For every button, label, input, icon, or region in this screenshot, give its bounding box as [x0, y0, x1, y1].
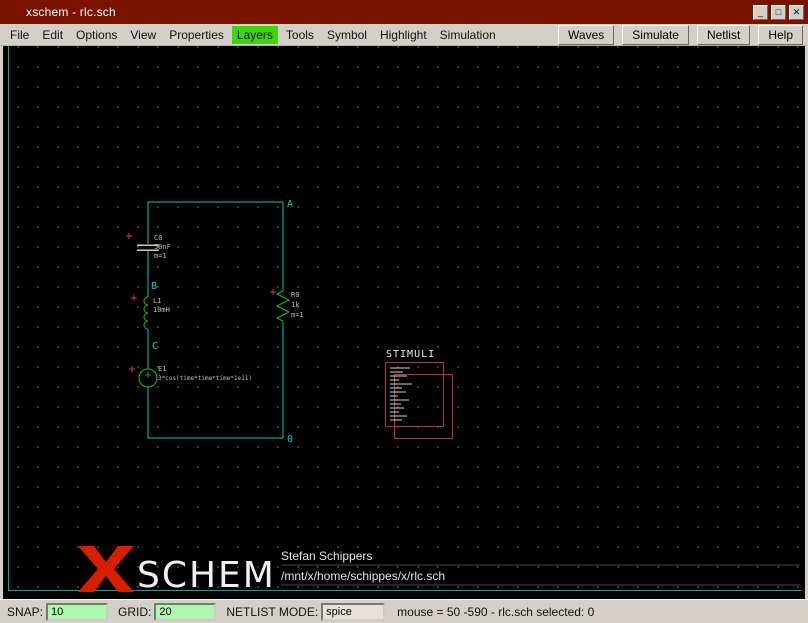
- node-label-c[interactable]: C: [152, 341, 158, 352]
- canvas-frame: C0 50nF m=1 L1 10mH E1 3*cos(: [0, 46, 808, 599]
- menu-options[interactable]: Options: [71, 26, 122, 44]
- xschem-window: xschem - rlc.sch _ □ ✕ File Edit Options…: [0, 0, 808, 623]
- help-button[interactable]: Help: [758, 25, 803, 45]
- vsource-E1[interactable]: E1 3*cos(time*time*time*1e11): [129, 365, 252, 387]
- snap-label: SNAP:: [7, 605, 43, 619]
- menu-view[interactable]: View: [125, 26, 161, 44]
- inductor-symbol: [144, 297, 148, 329]
- vsource-value: 3*cos(time*time*time*1e11): [158, 375, 252, 382]
- title-block[interactable]: Stefan Schippers /mnt/x/home/schippes/x/…: [281, 549, 800, 585]
- maximize-icon[interactable]: □: [771, 5, 786, 20]
- schematic-canvas[interactable]: C0 50nF m=1 L1 10mH E1 3*cos(: [3, 46, 805, 599]
- netlist-mode-label: NETLIST MODE:: [226, 605, 318, 619]
- stimuli-code-lines: [390, 368, 412, 420]
- inductor-ref: L1: [153, 297, 161, 305]
- stimuli-label: STIMULI: [386, 349, 435, 360]
- titlebar[interactable]: xschem - rlc.sch _ □ ✕: [0, 0, 808, 24]
- menubar: File Edit Options View Properties Layers…: [0, 24, 808, 46]
- vsource-plus-icon: [145, 372, 151, 378]
- resistor-ref: R0: [291, 291, 299, 299]
- capacitor-value: 50nF: [154, 243, 171, 251]
- pin-plus-icon: [270, 289, 276, 295]
- pin-plus-icon: [131, 295, 137, 301]
- mouse-status-text: mouse = 50 -590 - rlc.sch selected: 0: [397, 605, 594, 619]
- minimize-icon[interactable]: _: [753, 5, 768, 20]
- menu-layers[interactable]: Layers: [232, 26, 278, 44]
- vsource-ref: E1: [158, 365, 166, 373]
- menu-tools[interactable]: Tools: [281, 26, 319, 44]
- stimuli-block[interactable]: STIMULI: [386, 349, 453, 439]
- netlist-button[interactable]: Netlist: [697, 25, 750, 45]
- window-controls: _ □ ✕: [753, 5, 804, 20]
- grid-label: GRID:: [118, 605, 151, 619]
- menu-highlight[interactable]: Highlight: [375, 26, 432, 44]
- waves-button[interactable]: Waves: [558, 25, 614, 45]
- inductor-value: 10mH: [153, 306, 170, 314]
- xschem-logo[interactable]: SCHEM: [78, 546, 276, 596]
- node-label-a[interactable]: A: [287, 199, 293, 210]
- sheet-boundary: [9, 46, 803, 591]
- schematic-drawing[interactable]: C0 50nF m=1 L1 10mH E1 3*cos(: [3, 46, 805, 599]
- capacitor-ref: C0: [154, 234, 162, 242]
- circuit-wires[interactable]: [148, 202, 283, 438]
- pin-plus-icon: [126, 233, 132, 239]
- menu-action-buttons: Waves Simulate Netlist Help: [558, 25, 803, 45]
- capacitor-mult: m=1: [154, 252, 167, 260]
- inductor-L1[interactable]: L1 10mH: [131, 295, 170, 329]
- simulate-button[interactable]: Simulate: [622, 25, 689, 45]
- logo-text: SCHEM: [137, 555, 276, 596]
- node-label-b[interactable]: B: [151, 281, 157, 292]
- resistor-value: 1k: [291, 301, 300, 309]
- netlist-mode-input[interactable]: [321, 603, 385, 621]
- pin-plus-icon: [129, 366, 135, 372]
- x-logo-icon: [78, 546, 134, 592]
- menu-symbol[interactable]: Symbol: [322, 26, 372, 44]
- resistor-mult: m=1: [291, 311, 304, 319]
- node-label-gnd[interactable]: 0: [287, 434, 293, 445]
- menu-file[interactable]: File: [5, 26, 34, 44]
- resistor-symbol: [277, 287, 289, 329]
- statusbar: SNAP: GRID: NETLIST MODE: mouse = 50 -59…: [0, 599, 808, 623]
- file-path-text: /mnt/x/home/schippes/x/rlc.sch: [281, 569, 445, 583]
- menu-edit[interactable]: Edit: [37, 26, 68, 44]
- window-title: xschem - rlc.sch: [26, 5, 116, 19]
- menu-properties[interactable]: Properties: [164, 26, 229, 44]
- menu-simulation[interactable]: Simulation: [435, 26, 501, 44]
- close-icon[interactable]: ✕: [789, 5, 804, 20]
- snap-input[interactable]: [46, 603, 108, 621]
- grid-input[interactable]: [154, 603, 216, 621]
- resistor-R0[interactable]: R0 1k m=1: [270, 287, 304, 329]
- author-text: Stefan Schippers: [281, 549, 372, 563]
